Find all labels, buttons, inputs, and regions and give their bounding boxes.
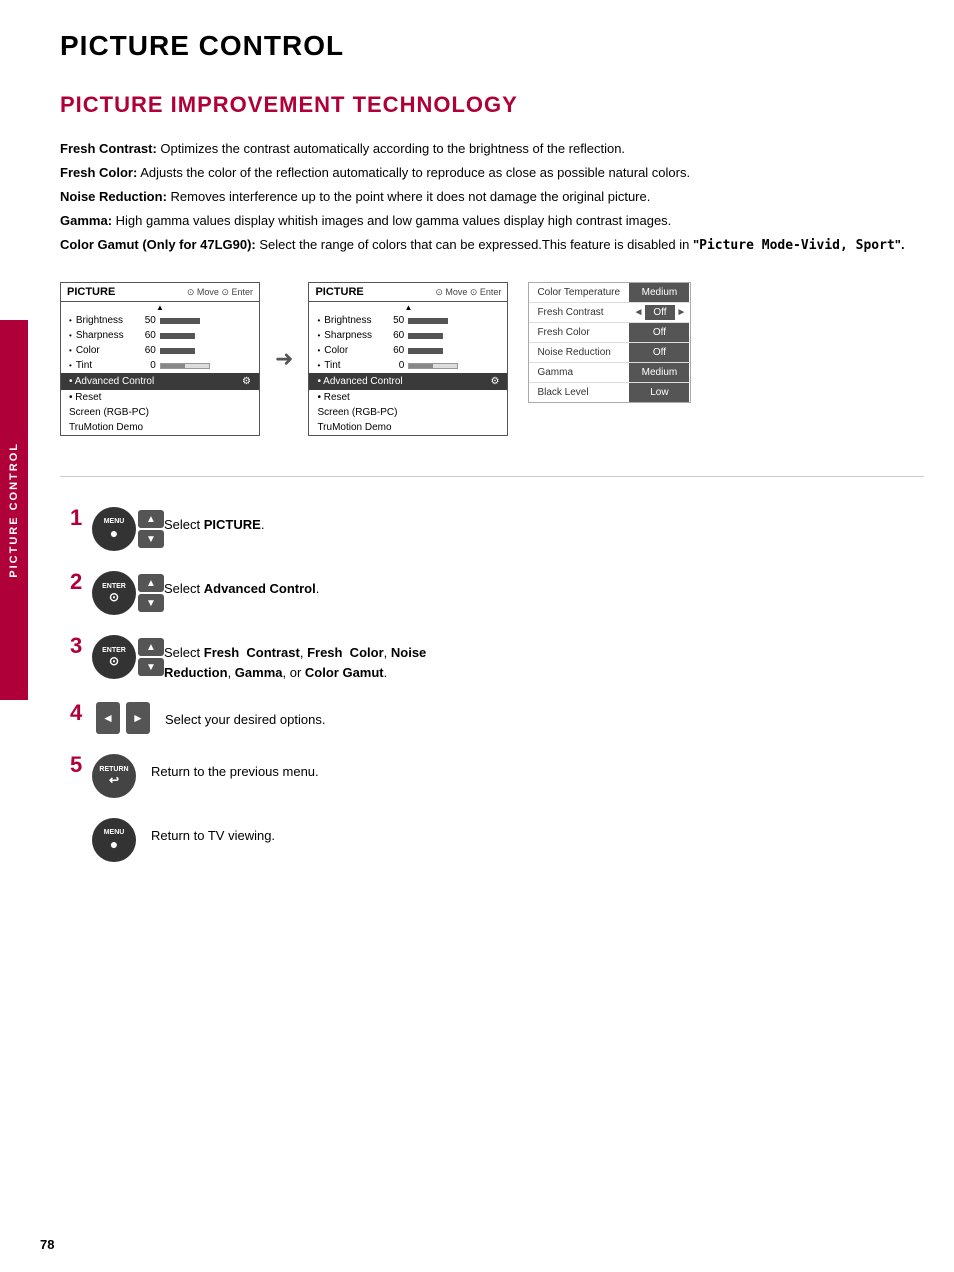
desc-line-3: Noise Reduction: Removes interference up… — [60, 186, 920, 208]
step-4-left-btn: ◄ — [96, 702, 120, 734]
screenshots-area: PICTURE ⊙ Move ⊙ Enter ▲ • Brightness 50… — [60, 282, 924, 436]
step-1-icons: MENU ● ▲ ▼ — [92, 507, 164, 551]
color-temp-label: Color Temperature — [529, 283, 629, 302]
step-3-enter-btn: ENTER ⊙ — [92, 635, 136, 679]
menu-left-brightness: • Brightness 50 — [61, 313, 259, 328]
step-4-text: Select your desired options. — [165, 702, 325, 730]
step-1: 1 MENU ● ▲ ▼ Select PICTURE. — [70, 507, 924, 551]
menu-right-brightness: • Brightness 50 — [309, 313, 507, 328]
color-temp-value: Medium — [629, 283, 689, 302]
menu-left-nav: ⊙ Move ⊙ Enter — [187, 287, 253, 298]
gamma-value: Medium — [629, 363, 689, 382]
step-3-arrows: ▲ ▼ — [138, 638, 164, 676]
black-label: Black Level — [529, 383, 629, 402]
step-3-icons: ENTER ⊙ ▲ ▼ — [92, 635, 164, 679]
sidebar-label: PICTURE CONTROL — [8, 442, 20, 578]
menu-right-advanced: • Advanced Control ⚙ — [309, 373, 507, 390]
page-title: PICTURE CONTROL — [60, 30, 924, 62]
fresh-contrast-label: Fresh Contrast — [529, 303, 629, 322]
step-2-icons: ENTER ⊙ ▲ ▼ — [92, 571, 164, 615]
step-1-menu-btn: MENU ● — [92, 507, 136, 551]
step-2-text: Select Advanced Control. — [164, 571, 319, 599]
sidebar: PICTURE CONTROL — [0, 320, 28, 700]
step-menu-text: Return to TV viewing. — [151, 818, 275, 846]
step-1-arrows: ▲ ▼ — [138, 510, 164, 548]
step-1-down-arrow: ▼ — [138, 530, 164, 548]
menu-right-screen: Screen (RGB-PC) — [309, 405, 507, 420]
menu-left-tint: • Tint 0 — [61, 358, 259, 373]
settings-table: Color Temperature Medium Fresh Contrast … — [528, 282, 691, 403]
step-1-up-arrow: ▲ — [138, 510, 164, 528]
noise-value: Off — [629, 343, 689, 362]
step-menu-number — [70, 818, 90, 840]
step-5-return-btn: RETURN ↩ — [92, 754, 136, 798]
step-5-text: Return to the previous menu. — [151, 754, 319, 782]
step-2-up-arrow: ▲ — [138, 574, 164, 592]
menu-box-left: PICTURE ⊙ Move ⊙ Enter ▲ • Brightness 50… — [60, 282, 260, 436]
step-5-number: 5 — [70, 754, 90, 776]
noise-label: Noise Reduction — [529, 343, 629, 362]
fresh-color-label: Fresh Color — [529, 323, 629, 342]
menu-right-nav: ⊙ Move ⊙ Enter — [435, 287, 501, 298]
section-title: PICTURE IMPROVEMENT TECHNOLOGY — [60, 92, 924, 118]
menu-right-title: PICTURE — [315, 286, 363, 298]
menu-right-color: • Color 60 — [309, 343, 507, 358]
step-5: 5 RETURN ↩ Return to the previous menu. — [70, 754, 924, 798]
desc-line-4: Gamma: High gamma values display whitish… — [60, 210, 920, 232]
step-4-number: 4 — [70, 702, 90, 724]
step-2-number: 2 — [70, 571, 90, 593]
step-3: 3 ENTER ⊙ ▲ ▼ Select Fresh Contrast, Fre… — [70, 635, 924, 682]
arrow-right: ➜ — [270, 346, 298, 372]
step-5-icons: RETURN ↩ — [92, 754, 136, 798]
step-menu-icons: MENU ● — [92, 818, 136, 862]
menu-right-triangle: ▲ — [309, 302, 507, 313]
menu-left-trumotion: TruMotion Demo — [61, 420, 259, 435]
desc-line-5: Color Gamut (Only for 47LG90): Select th… — [60, 234, 920, 257]
step-4-icons: ◄ ► — [96, 702, 150, 734]
menu-left-sharpness: • Sharpness 60 — [61, 328, 259, 343]
step-2: 2 ENTER ⊙ ▲ ▼ Select Advanced Control. — [70, 571, 924, 615]
menu-left-triangle: ▲ — [61, 302, 259, 313]
gamma-label: Gamma — [529, 363, 629, 382]
fresh-color-value: Off — [629, 323, 689, 342]
step-menu-btn: MENU ● — [92, 818, 136, 862]
fresh-contrast-nav: ◄ Off ► — [629, 303, 690, 322]
step-2-arrows: ▲ ▼ — [138, 574, 164, 612]
menu-box-right: PICTURE ⊙ Move ⊙ Enter ▲ • Brightness 50… — [308, 282, 508, 436]
settings-row-noise: Noise Reduction Off — [529, 343, 690, 363]
divider — [60, 476, 924, 477]
menu-left-advanced: • Advanced Control ⚙ — [61, 373, 259, 390]
step-2-down-arrow: ▼ — [138, 594, 164, 612]
settings-row-gamma: Gamma Medium — [529, 363, 690, 383]
desc-line-2: Fresh Color: Adjusts the color of the re… — [60, 162, 920, 184]
page-number: 78 — [40, 1237, 54, 1252]
menu-left-color: • Color 60 — [61, 343, 259, 358]
step-3-down-arrow: ▼ — [138, 658, 164, 676]
desc-line-1: Fresh Contrast: Optimizes the contrast a… — [60, 138, 920, 160]
step-2-enter-btn: ENTER ⊙ — [92, 571, 136, 615]
settings-row-black: Black Level Low — [529, 383, 690, 402]
step-4-right-btn: ► — [126, 702, 150, 734]
menu-right-reset: • Reset — [309, 390, 507, 405]
step-3-up-arrow: ▲ — [138, 638, 164, 656]
menu-right-tint: • Tint 0 — [309, 358, 507, 373]
black-value: Low — [629, 383, 689, 402]
menu-left-title: PICTURE — [67, 286, 115, 298]
menu-left-screen: Screen (RGB-PC) — [61, 405, 259, 420]
step-1-text: Select PICTURE. — [164, 507, 264, 535]
menu-right-trumotion: TruMotion Demo — [309, 420, 507, 435]
settings-row-color-temp: Color Temperature Medium — [529, 283, 690, 303]
menu-right-sharpness: • Sharpness 60 — [309, 328, 507, 343]
settings-row-fresh-color: Fresh Color Off — [529, 323, 690, 343]
fresh-contrast-value: Off — [645, 305, 674, 320]
menu-left-reset: • Reset — [61, 390, 259, 405]
description-block: Fresh Contrast: Optimizes the contrast a… — [60, 138, 920, 257]
steps-section: 1 MENU ● ▲ ▼ Select PICTURE. 2 ENTER — [70, 507, 924, 862]
settings-row-fresh-contrast: Fresh Contrast ◄ Off ► — [529, 303, 690, 323]
step-4: 4 ◄ ► Select your desired options. — [70, 702, 924, 734]
step-1-number: 1 — [70, 507, 90, 529]
step-3-text: Select Fresh Contrast, Fresh Color, Nois… — [164, 635, 426, 682]
step-3-number: 3 — [70, 635, 90, 657]
step-menu-return: MENU ● Return to TV viewing. — [70, 818, 924, 862]
